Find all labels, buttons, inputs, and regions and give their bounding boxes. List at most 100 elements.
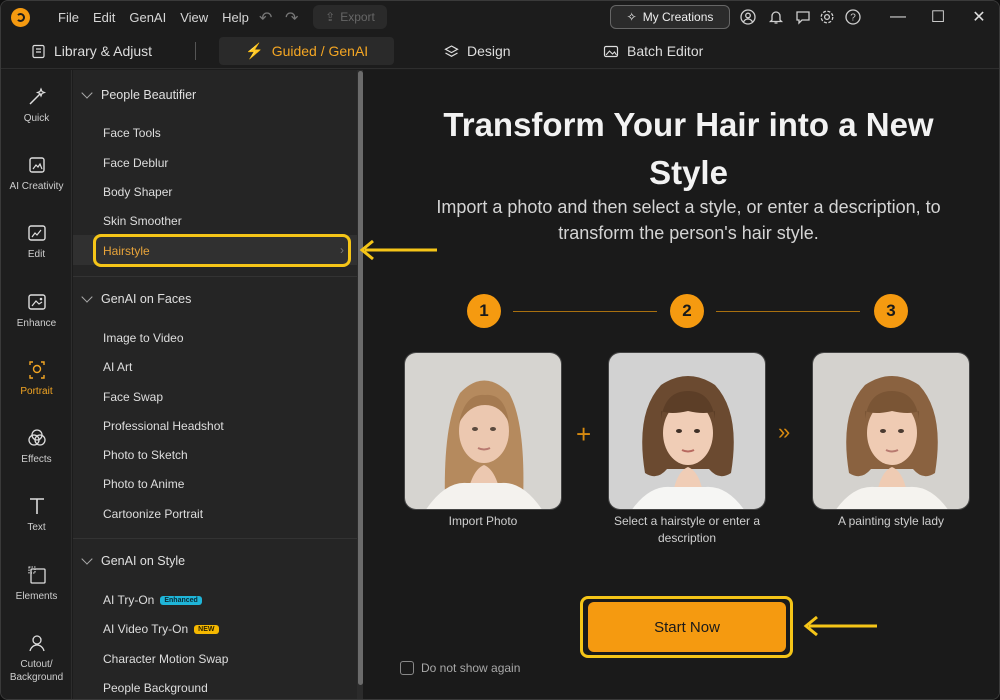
new-badge: NEW xyxy=(194,625,219,635)
dont-show-again-checkbox[interactable] xyxy=(400,661,414,675)
section-title: GenAI on Faces xyxy=(101,292,192,306)
hairstyle-reference-image xyxy=(608,352,766,510)
menu-item-face-tools[interactable]: Face Tools xyxy=(103,126,161,140)
chevron-down-icon xyxy=(81,87,93,99)
section-title: People Beautifier xyxy=(101,88,197,102)
library-icon xyxy=(32,44,45,58)
step-1-badge: 1 xyxy=(467,294,501,328)
rail-label: Edit xyxy=(27,249,46,260)
menu-item-skin-smoother[interactable]: Skin Smoother xyxy=(103,214,182,228)
svg-text:?: ? xyxy=(850,13,856,24)
rail-label: Portrait xyxy=(20,386,53,397)
step-1-caption: Import Photo xyxy=(448,514,518,528)
rail-label: Text xyxy=(27,522,46,533)
rail-label: Enhance xyxy=(16,318,57,329)
menu-genai[interactable]: GenAI xyxy=(129,10,166,25)
menu-item-people-background[interactable]: People Background xyxy=(103,681,208,695)
menu-file[interactable]: File xyxy=(58,10,79,25)
help-icon[interactable]: ? xyxy=(843,7,863,27)
annotation-arrow-icon xyxy=(803,615,877,637)
rail-item-portrait[interactable]: Portrait xyxy=(1,358,72,398)
batch-icon xyxy=(603,45,619,57)
rail-label: Elements xyxy=(15,591,58,602)
section-genai-on-style[interactable]: GenAI on Style xyxy=(81,553,186,568)
export-icon: ⇪ xyxy=(325,10,336,24)
effects-icon xyxy=(25,426,49,450)
feedback-icon[interactable] xyxy=(793,7,813,27)
ai-creativity-icon xyxy=(25,153,49,177)
tab-divider xyxy=(195,42,196,60)
tab-label: Library & Adjust xyxy=(54,43,153,59)
settings-gear-icon[interactable] xyxy=(817,7,837,27)
tab-guided-genai[interactable]: ⚡ Guided / GenAI xyxy=(219,37,395,65)
menu-item-ai-try-on[interactable]: AI Try-On Enhanced xyxy=(103,593,202,607)
close-button[interactable]: ✕ xyxy=(964,5,994,29)
tab-batch-editor[interactable]: Batch Editor xyxy=(603,37,703,65)
start-now-button[interactable]: Start Now xyxy=(588,602,786,652)
menu-item-face-deblur[interactable]: Face Deblur xyxy=(103,156,168,170)
text-icon xyxy=(25,494,49,518)
app-window: File Edit GenAI View Help ↶ ↷ ⇪ Export ✧… xyxy=(0,0,1000,700)
step-connector xyxy=(716,311,860,312)
tab-label: Guided / GenAI xyxy=(271,43,369,59)
rail-item-edit[interactable]: Edit xyxy=(1,221,72,261)
step-2-badge: 2 xyxy=(670,294,704,328)
cutout-icon xyxy=(25,631,49,655)
rail-label: Quick xyxy=(23,113,50,124)
menu-edit[interactable]: Edit xyxy=(93,10,115,25)
section-people-beautifier[interactable]: People Beautifier xyxy=(81,87,197,102)
portrait-icon xyxy=(25,358,49,382)
export-button[interactable]: ⇪ Export xyxy=(313,5,387,29)
menu-item-label: AI Try-On xyxy=(103,593,155,607)
menu-item-body-shaper[interactable]: Body Shaper xyxy=(103,185,172,199)
rail-item-ai-creativity[interactable]: AI Creativity xyxy=(1,153,72,193)
undo-icon[interactable]: ↶ xyxy=(259,8,272,28)
title-bar: File Edit GenAI View Help ↶ ↷ ⇪ Export ✧… xyxy=(1,1,999,33)
enhance-icon xyxy=(25,290,49,314)
my-creations-button[interactable]: ✧ My Creations xyxy=(610,5,730,29)
menu-item-image-to-video[interactable]: Image to Video xyxy=(103,331,184,345)
chevron-down-icon xyxy=(81,291,93,303)
menu-item-ai-video-try-on[interactable]: AI Video Try-On NEW xyxy=(103,622,219,636)
maximize-button[interactable]: ☐ xyxy=(923,5,953,29)
section-title: GenAI on Style xyxy=(101,554,186,568)
rail-label: Cutout/ Background xyxy=(9,659,64,683)
menu-item-photo-to-anime[interactable]: Photo to Anime xyxy=(103,477,184,491)
rail-item-cutout-background[interactable]: Cutout/ Background xyxy=(1,631,72,684)
menu-item-professional-headshot[interactable]: Professional Headshot xyxy=(103,419,224,433)
enhanced-badge: Enhanced xyxy=(160,596,202,606)
app-logo-icon xyxy=(11,8,30,27)
tab-library-adjust[interactable]: Library & Adjust xyxy=(31,37,152,65)
section-genai-on-faces[interactable]: GenAI on Faces xyxy=(81,291,192,306)
notification-bell-icon[interactable] xyxy=(766,7,786,27)
rail-item-enhance[interactable]: Enhance xyxy=(1,290,72,330)
step-2-caption: Select a hairstyle or enter a descriptio… xyxy=(613,514,761,545)
redo-icon[interactable]: ↷ xyxy=(285,8,298,28)
step-3-caption: A painting style lady xyxy=(837,514,945,528)
mode-tab-bar: Library & Adjust ⚡ Guided / GenAI Design… xyxy=(1,33,999,69)
menu-item-face-swap[interactable]: Face Swap xyxy=(103,390,163,404)
magic-wand-icon xyxy=(25,85,49,109)
minimize-button[interactable]: — xyxy=(883,5,913,29)
step-3-badge: 3 xyxy=(874,294,908,328)
menu-item-label: AI Video Try-On xyxy=(103,622,189,636)
rail-label: Effects xyxy=(21,454,52,465)
section-divider xyxy=(73,538,357,539)
page-subtitle: Import a photo and then select a style, … xyxy=(436,197,941,243)
rail-item-effects[interactable]: Effects xyxy=(1,426,72,466)
rail-item-elements[interactable]: Elements xyxy=(1,563,72,603)
menu-help[interactable]: Help xyxy=(222,10,249,25)
rail-item-quick[interactable]: Quick xyxy=(1,85,72,125)
menu-item-photo-to-sketch[interactable]: Photo to Sketch xyxy=(103,448,188,462)
rail-item-text[interactable]: Text xyxy=(1,494,72,534)
menu-item-ai-art[interactable]: AI Art xyxy=(103,360,132,374)
export-label: Export xyxy=(340,10,375,24)
menu-item-character-motion-swap[interactable]: Character Motion Swap xyxy=(103,652,228,666)
tab-design[interactable]: Design xyxy=(444,37,511,65)
import-photo-image xyxy=(404,352,562,510)
menu-view[interactable]: View xyxy=(180,10,208,25)
menu-item-cartoonize-portrait[interactable]: Cartoonize Portrait xyxy=(103,507,203,521)
account-icon[interactable] xyxy=(738,7,758,27)
section-divider xyxy=(73,276,357,277)
plus-icon: + xyxy=(576,419,592,449)
